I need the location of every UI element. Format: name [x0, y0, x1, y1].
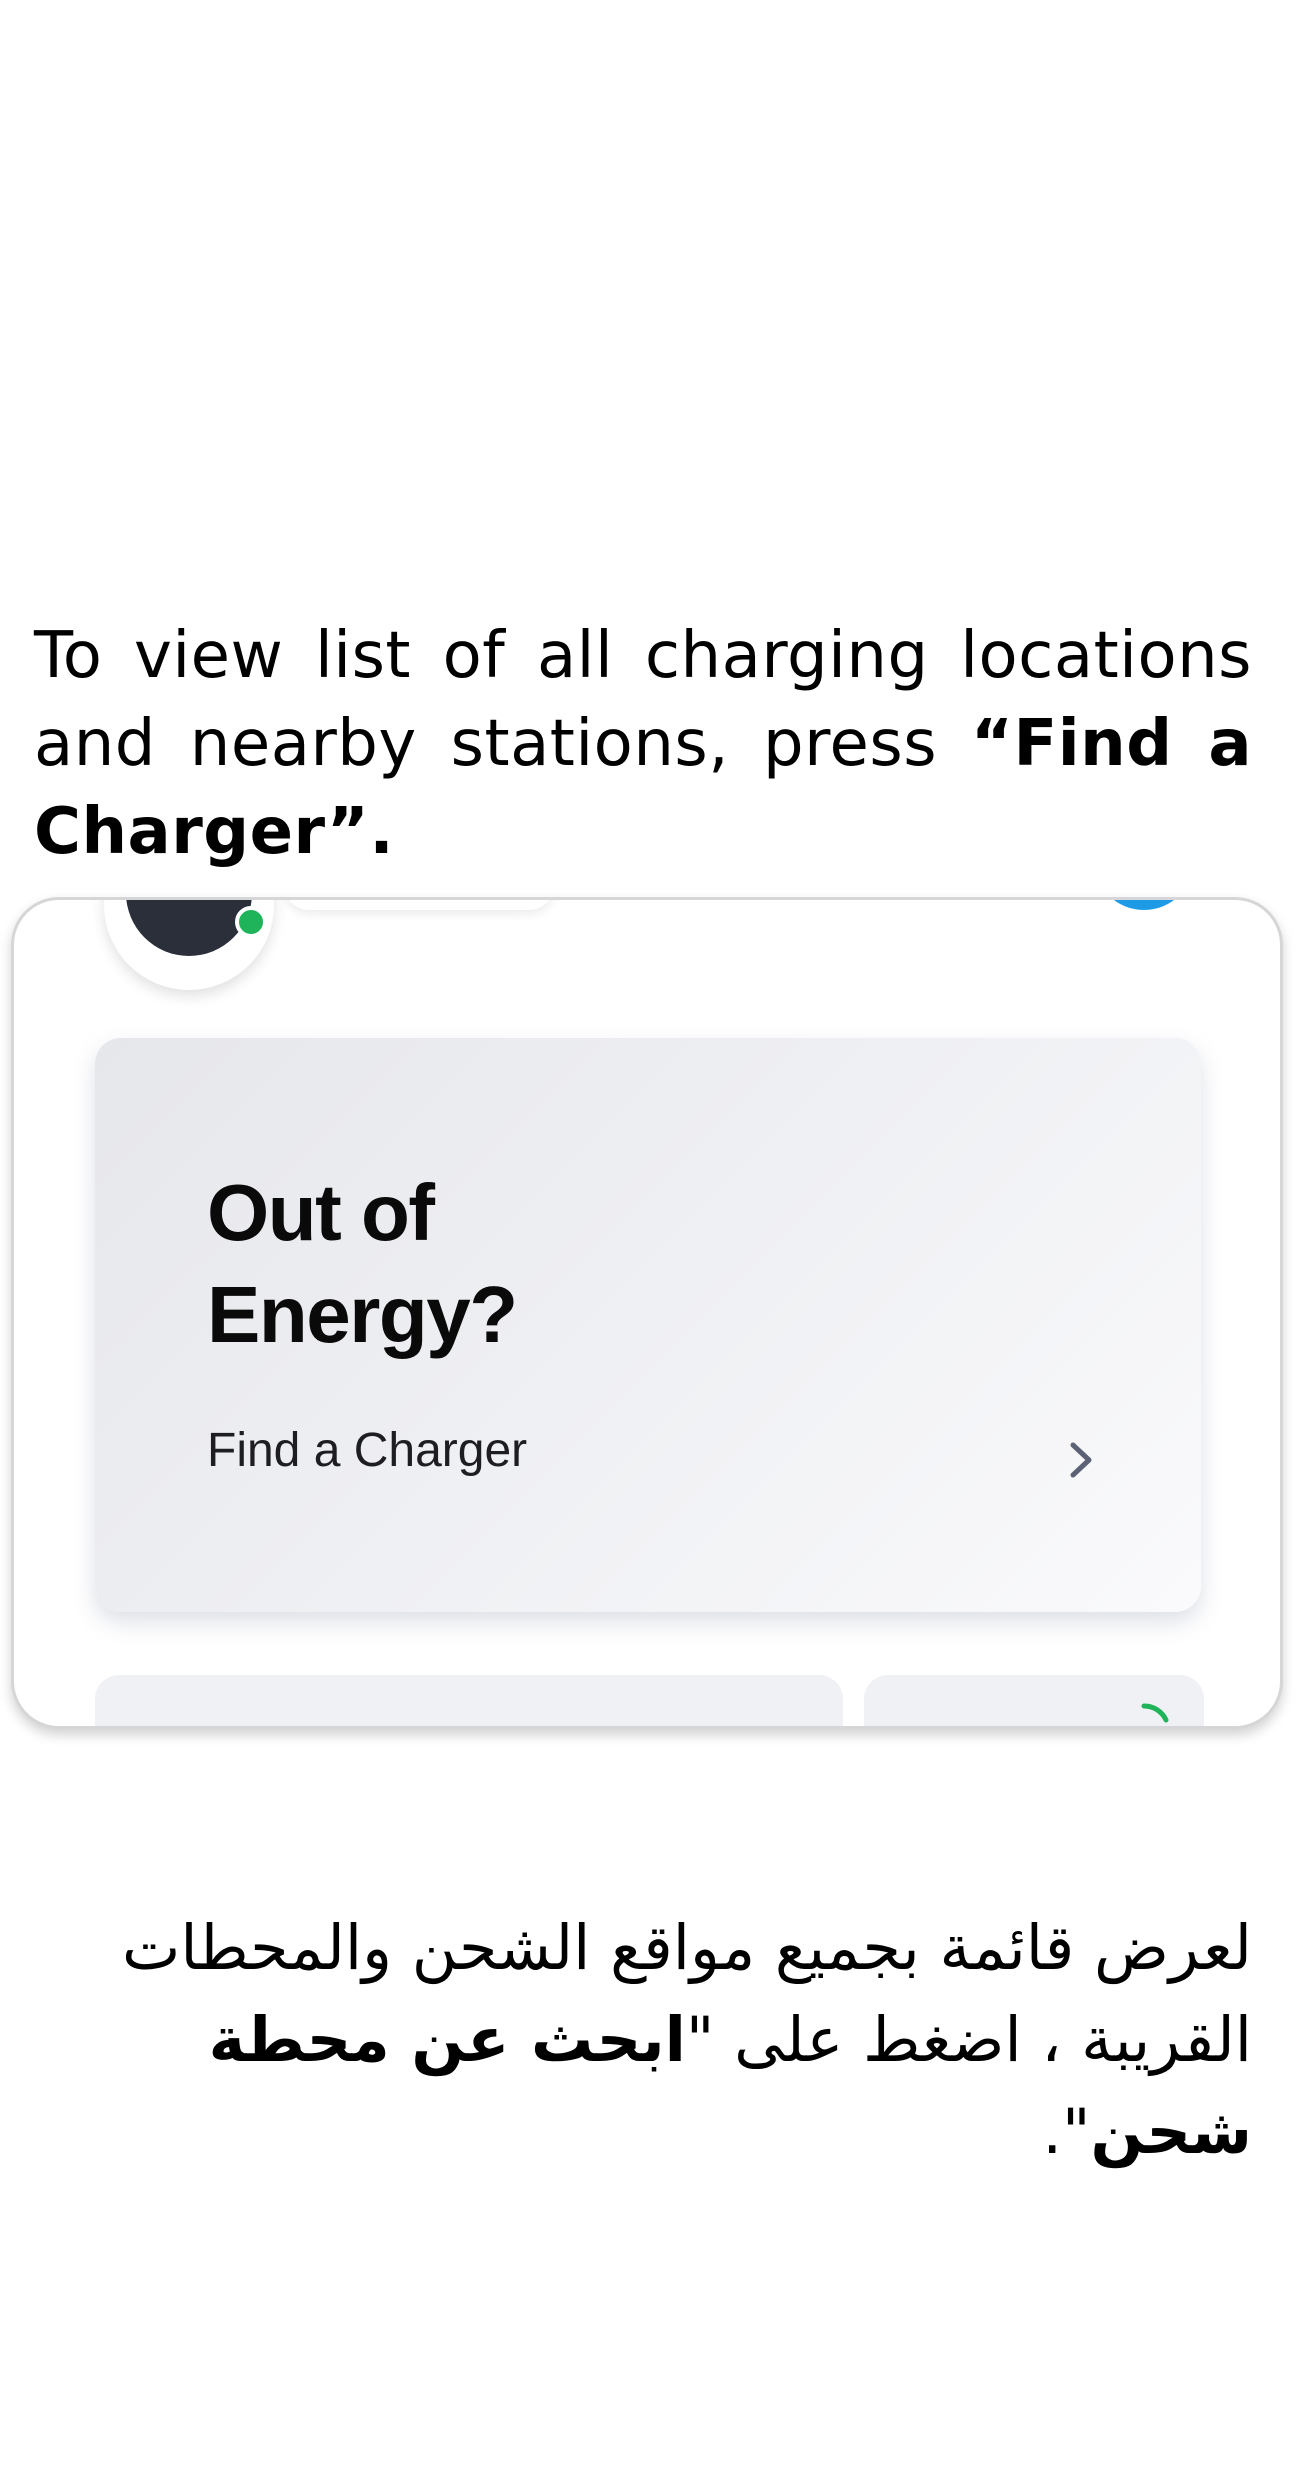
find-charger-card[interactable]: Out of Energy? Find a Charger	[95, 1038, 1201, 1612]
avatar-photo	[126, 900, 252, 956]
online-status-dot	[235, 906, 267, 938]
chevron-right-icon[interactable]	[1061, 1435, 1101, 1485]
app-screenshot-frame: Out of Energy? Find a Charger	[11, 897, 1283, 1729]
find-charger-link[interactable]: Find a Charger	[207, 1423, 527, 1478]
energy-card-title: Out of Energy?	[207, 1168, 518, 1359]
instruction-arabic: لعرض قائمة بجميع مواقع الشحن والمحطات ال…	[34, 1902, 1252, 2178]
instruction-arabic-tail: ".	[1042, 2095, 1091, 2168]
header-action-button[interactable]	[1094, 900, 1194, 910]
header-greeting-pill	[284, 900, 554, 910]
progress-ring-icon	[1141, 1703, 1169, 1723]
instruction-english: To view list of all charging locations a…	[34, 612, 1252, 876]
secondary-card-left[interactable]	[95, 1675, 843, 1726]
